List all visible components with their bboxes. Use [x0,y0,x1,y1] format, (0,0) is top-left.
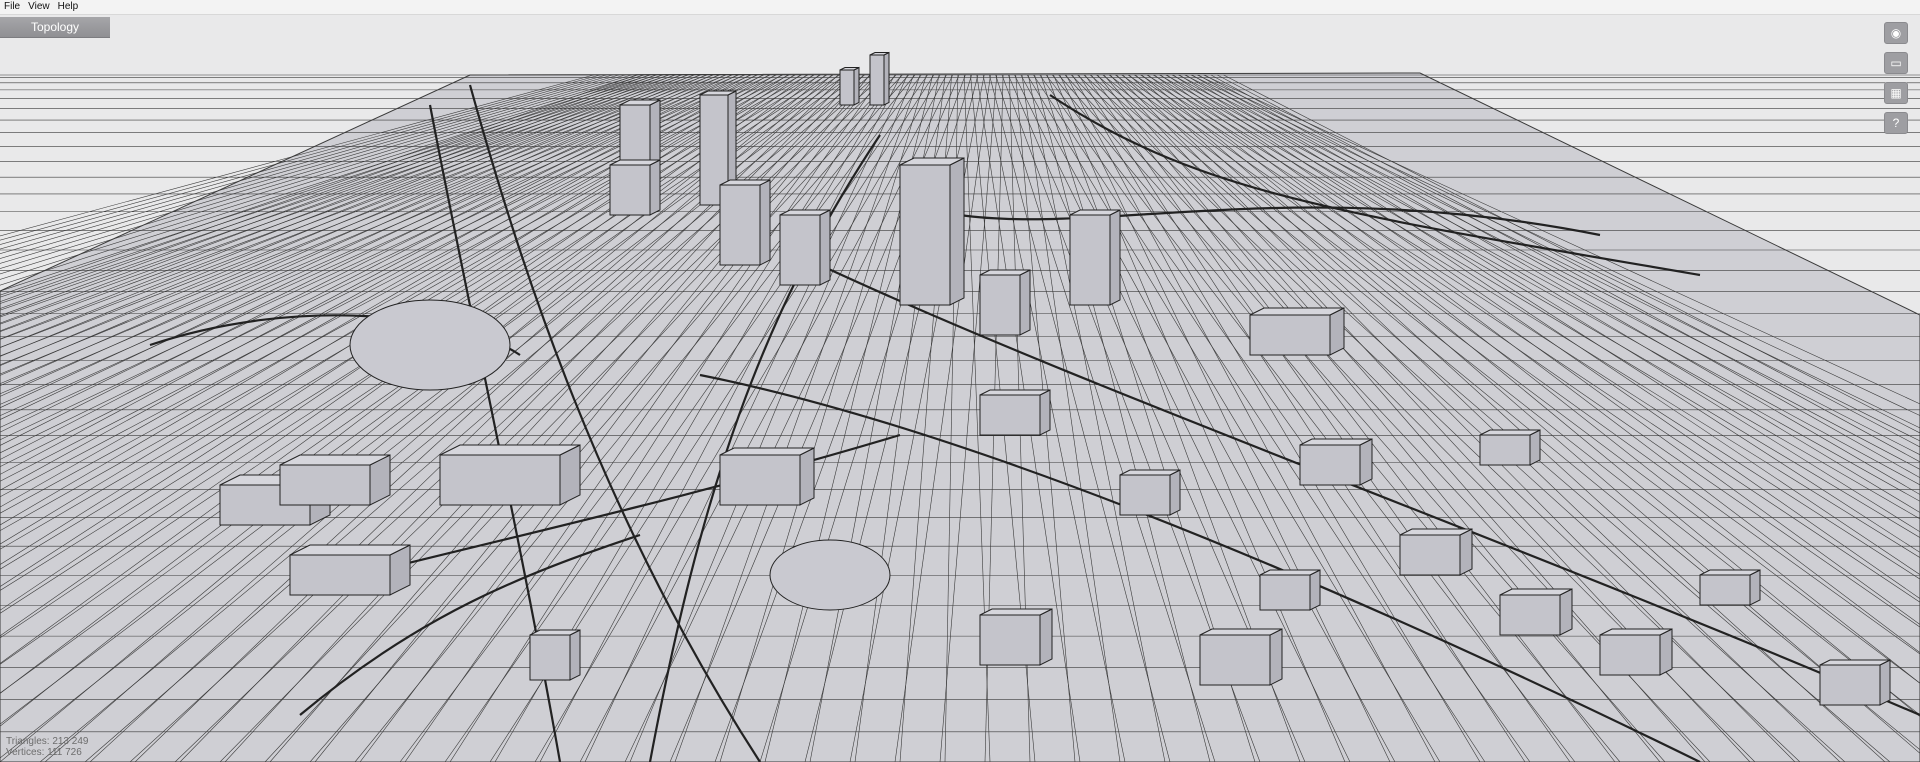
texture-icon[interactable]: ▦ [1884,82,1908,104]
window-icon[interactable]: ▭ [1884,52,1908,74]
triangle-count: Triangles: 213 249 [6,736,89,747]
globe-icon[interactable]: ◉ [1884,22,1908,44]
menu-file[interactable]: File [0,0,24,14]
viewer-toolbar: ◉ ▭ ▦ ? [1884,22,1910,134]
vertex-count: Vertices: 111 726 [6,747,82,758]
menu-bar: File View Help [0,0,1920,15]
status-readout: Triangles: 213 249 Vertices: 111 726 [6,736,88,758]
help-icon[interactable]: ? [1884,112,1908,134]
menu-view[interactable]: View [24,0,54,14]
3d-viewport[interactable] [0,15,1920,762]
menu-help[interactable]: Help [54,0,83,14]
